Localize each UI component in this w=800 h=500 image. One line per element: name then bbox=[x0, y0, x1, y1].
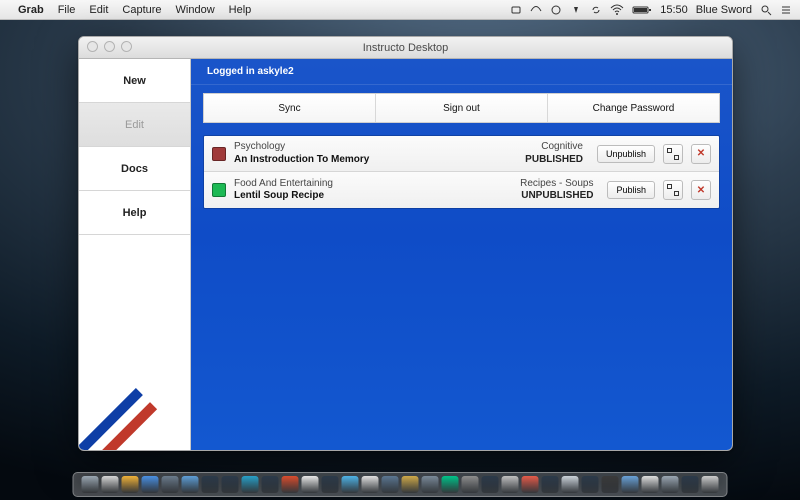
menubar-window[interactable]: Window bbox=[176, 4, 215, 16]
color-swatch bbox=[212, 147, 226, 161]
dock-app-icon[interactable] bbox=[82, 476, 99, 493]
status-icon[interactable] bbox=[530, 4, 542, 16]
dock-app-icon[interactable] bbox=[422, 476, 439, 493]
dock-app-icon[interactable] bbox=[262, 476, 279, 493]
spotlight-icon[interactable] bbox=[760, 4, 772, 16]
change-password-button[interactable]: Change Password bbox=[548, 94, 719, 122]
unpublish-button[interactable]: Unpublish bbox=[597, 145, 655, 163]
qr-code-button[interactable] bbox=[663, 144, 683, 164]
dock-app-icon[interactable] bbox=[322, 476, 339, 493]
dock-app-icon[interactable] bbox=[562, 476, 579, 493]
dock-app-icon[interactable] bbox=[442, 476, 459, 493]
dock-app-icon[interactable] bbox=[482, 476, 499, 493]
dock-app-icon[interactable] bbox=[662, 476, 679, 493]
sync-button[interactable]: Sync bbox=[204, 94, 376, 122]
dock-app-icon[interactable] bbox=[682, 476, 699, 493]
publish-button[interactable]: Publish bbox=[607, 181, 655, 199]
traffic-lights[interactable] bbox=[87, 41, 132, 52]
dock-app-icon[interactable] bbox=[602, 476, 619, 493]
sidebar: New Edit Docs Help bbox=[79, 59, 191, 450]
status-icon[interactable] bbox=[510, 4, 522, 16]
dock-app-icon[interactable] bbox=[582, 476, 599, 493]
document-subcategory: Cognitive bbox=[525, 141, 583, 154]
menubar-app[interactable]: Grab bbox=[18, 4, 44, 16]
document-category: Psychology bbox=[234, 141, 517, 154]
menubar-edit[interactable]: Edit bbox=[89, 4, 108, 16]
dock-app-icon[interactable] bbox=[302, 476, 319, 493]
dock-app-icon[interactable] bbox=[402, 476, 419, 493]
document-status: PUBLISHED bbox=[525, 154, 583, 167]
zoom-icon[interactable] bbox=[121, 41, 132, 52]
app-window: Instructo Desktop New Edit Docs Help Log… bbox=[78, 36, 733, 451]
qr-code-button[interactable] bbox=[663, 180, 683, 200]
sidebar-item-new[interactable]: New bbox=[79, 59, 190, 103]
menubar-file[interactable]: File bbox=[58, 4, 76, 16]
login-status: Logged in as kyle2 bbox=[191, 59, 732, 85]
account-toolbar: Sync Sign out Change Password bbox=[203, 93, 720, 123]
dock-app-icon[interactable] bbox=[202, 476, 219, 493]
dock-app-icon[interactable] bbox=[102, 476, 119, 493]
document-title: An Instroduction To Memory bbox=[234, 154, 517, 167]
dock-app-icon[interactable] bbox=[282, 476, 299, 493]
sidebar-item-edit[interactable]: Edit bbox=[79, 103, 190, 147]
document-category: Food And Entertaining bbox=[234, 178, 512, 191]
window-titlebar[interactable]: Instructo Desktop bbox=[79, 37, 732, 59]
dock-app-icon[interactable] bbox=[142, 476, 159, 493]
sidebar-item-help[interactable]: Help bbox=[79, 191, 190, 235]
document-subcategory: Recipes - Soups bbox=[520, 178, 593, 191]
status-icon[interactable] bbox=[570, 4, 582, 16]
menubar-capture[interactable]: Capture bbox=[122, 4, 161, 16]
color-swatch bbox=[212, 183, 226, 197]
qr-code-icon bbox=[667, 184, 679, 196]
dock-app-icon[interactable] bbox=[462, 476, 479, 493]
login-prefix: Logged in as bbox=[207, 66, 269, 77]
dock-app-icon[interactable] bbox=[502, 476, 519, 493]
dock-app-icon[interactable] bbox=[222, 476, 239, 493]
dock-app-icon[interactable] bbox=[182, 476, 199, 493]
main-panel: Logged in as kyle2 Sync Sign out Change … bbox=[191, 59, 732, 450]
dock-app-icon[interactable] bbox=[342, 476, 359, 493]
minimize-icon[interactable] bbox=[104, 41, 115, 52]
dock-app-icon[interactable] bbox=[382, 476, 399, 493]
sidebar-item-docs[interactable]: Docs bbox=[79, 147, 190, 191]
document-title: Lentil Soup Recipe bbox=[234, 190, 512, 203]
dock-app-icon[interactable] bbox=[362, 476, 379, 493]
close-icon[interactable] bbox=[87, 41, 98, 52]
status-icon[interactable] bbox=[550, 4, 562, 16]
dock-app-icon[interactable] bbox=[242, 476, 259, 493]
window-title: Instructo Desktop bbox=[363, 42, 449, 54]
delete-button[interactable]: ✕ bbox=[691, 180, 711, 200]
dock-app-icon[interactable] bbox=[162, 476, 179, 493]
menubar-clock[interactable]: 15:50 bbox=[660, 4, 688, 16]
login-user: kyle2 bbox=[269, 66, 294, 77]
menubar-user[interactable]: Blue Sword bbox=[696, 4, 752, 16]
dock-app-icon[interactable] bbox=[702, 476, 719, 493]
macos-dock[interactable] bbox=[73, 472, 728, 497]
delete-button[interactable]: ✕ bbox=[691, 144, 711, 164]
document-status: UNPUBLISHED bbox=[520, 190, 593, 203]
menubar-help[interactable]: Help bbox=[229, 4, 252, 16]
dock-app-icon[interactable] bbox=[522, 476, 539, 493]
wifi-icon[interactable] bbox=[610, 4, 624, 16]
dock-app-icon[interactable] bbox=[642, 476, 659, 493]
document-row[interactable]: Psychology An Instroduction To Memory Co… bbox=[204, 136, 719, 172]
dock-app-icon[interactable] bbox=[622, 476, 639, 493]
dock-app-icon[interactable] bbox=[122, 476, 139, 493]
notification-center-icon[interactable] bbox=[780, 4, 792, 16]
sync-icon[interactable] bbox=[590, 4, 602, 16]
dock-app-icon[interactable] bbox=[542, 476, 559, 493]
sign-out-button[interactable]: Sign out bbox=[376, 94, 548, 122]
document-row[interactable]: Food And Entertaining Lentil Soup Recipe… bbox=[204, 172, 719, 208]
battery-icon[interactable] bbox=[632, 4, 652, 16]
documents-list: Psychology An Instroduction To Memory Co… bbox=[203, 135, 720, 209]
macos-menubar: Grab File Edit Capture Window Help 15:50… bbox=[0, 0, 800, 20]
qr-code-icon bbox=[667, 148, 679, 160]
